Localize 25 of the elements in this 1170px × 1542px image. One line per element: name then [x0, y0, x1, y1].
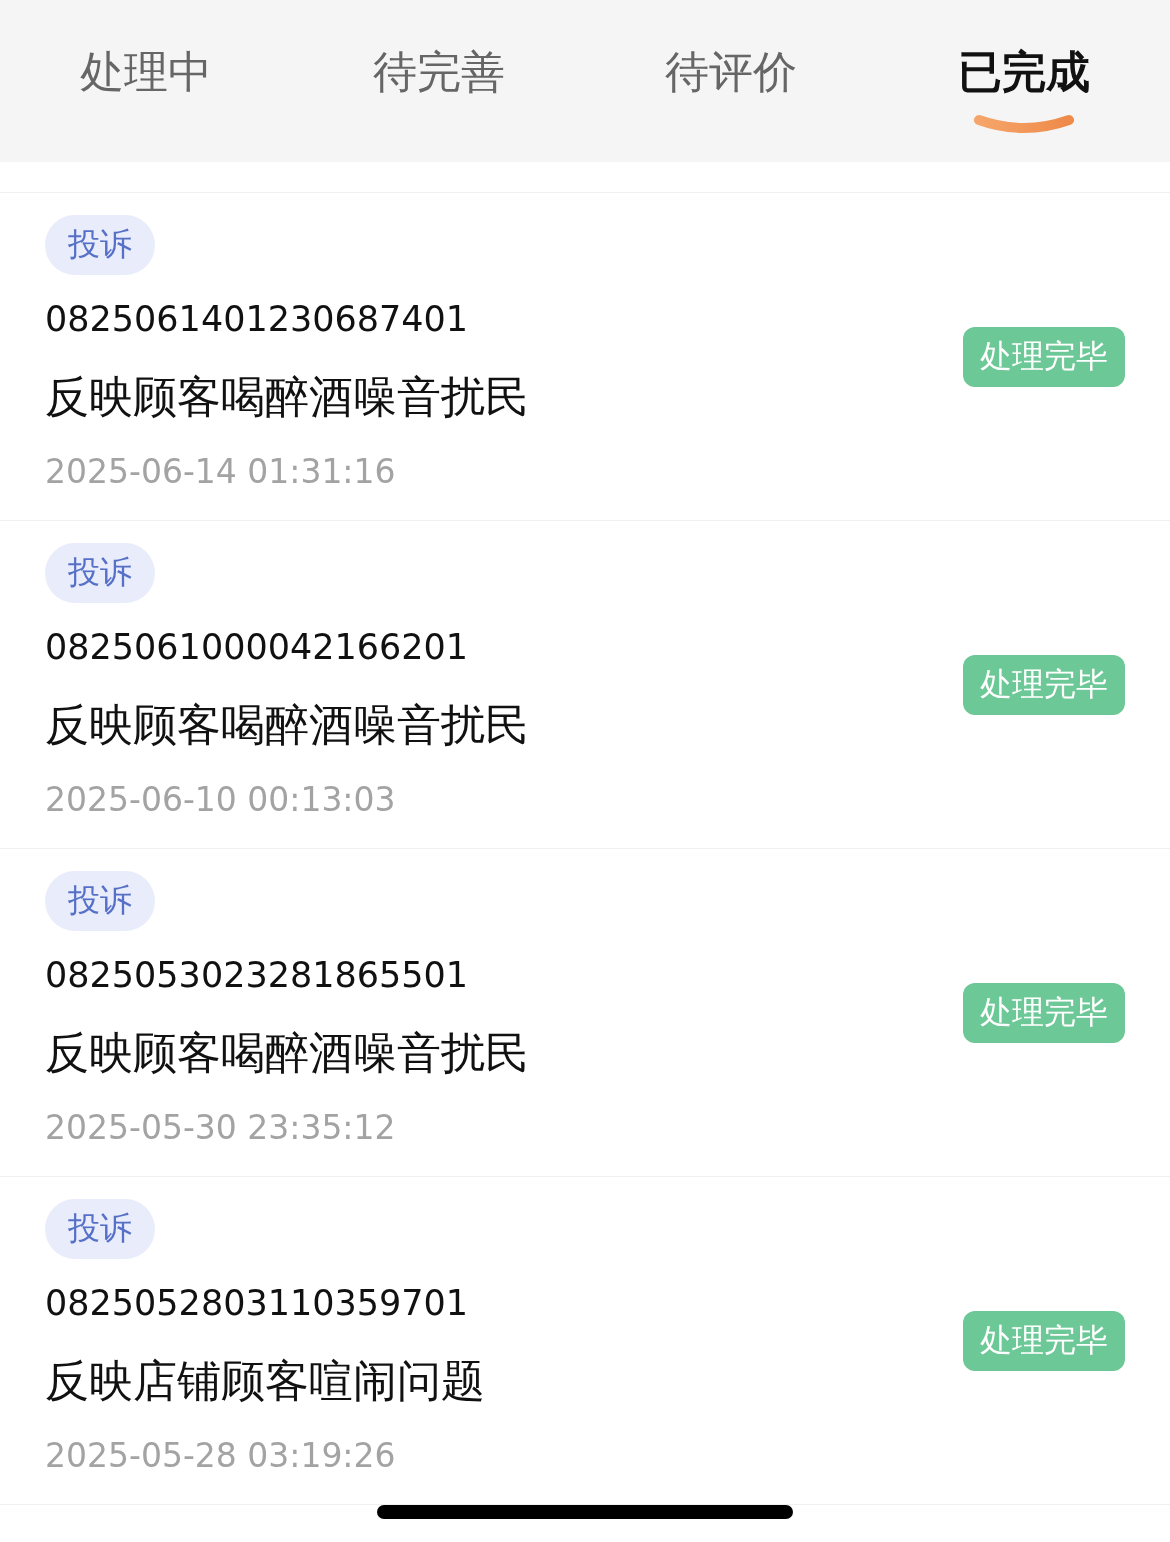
- ticket-title: 反映店铺顾客喧闹问题: [45, 1354, 485, 1408]
- ticket-number: 0825053023281865501: [45, 954, 469, 997]
- ticket-number: 0825061401230687401: [45, 298, 469, 341]
- ticket-number: 0825061000042166201: [45, 626, 469, 669]
- category-tag: 投诉: [45, 543, 155, 603]
- category-tag: 投诉: [45, 1199, 155, 1259]
- ticket-time: 2025-06-14 01:31:16: [45, 452, 396, 492]
- ticket-time: 2025-05-30 23:35:12: [45, 1108, 396, 1148]
- ticket-time: 2025-06-10 00:13:03: [45, 780, 396, 820]
- status-tag: 处理完毕: [963, 326, 1125, 387]
- tab[interactable]: 待评价: [585, 0, 878, 162]
- tab[interactable]: 处理中: [0, 0, 293, 162]
- status-tag: 处理完毕: [963, 654, 1125, 715]
- status-tag: 处理完毕: [963, 1310, 1125, 1371]
- ticket-title: 反映顾客喝醉酒噪音扰民: [45, 1026, 529, 1080]
- tab-underline-icon: [973, 114, 1074, 136]
- status-tag: 处理完毕: [963, 982, 1125, 1043]
- category-tag: 投诉: [45, 215, 155, 275]
- tab[interactable]: 待完善: [292, 0, 585, 162]
- ticket-title: 反映顾客喝醉酒噪音扰民: [45, 698, 529, 752]
- ticket-time: 2025-05-28 03:19:26: [45, 1436, 396, 1476]
- ticket-title: 反映顾客喝醉酒噪音扰民: [45, 370, 529, 424]
- tab[interactable]: 已完成: [877, 0, 1170, 162]
- category-tag: 投诉: [45, 871, 155, 931]
- ticket-number: 0825052803110359701: [45, 1282, 469, 1325]
